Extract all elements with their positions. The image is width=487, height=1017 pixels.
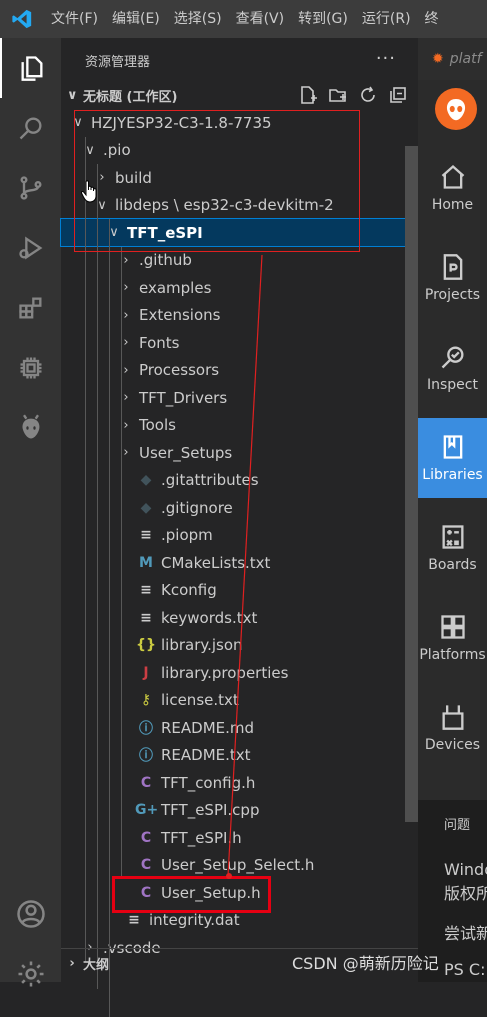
hand-cursor-icon — [80, 180, 97, 203]
csdn-watermark: CSDN @萌新历险记 — [292, 954, 439, 973]
annotation-arrow — [226, 254, 263, 879]
